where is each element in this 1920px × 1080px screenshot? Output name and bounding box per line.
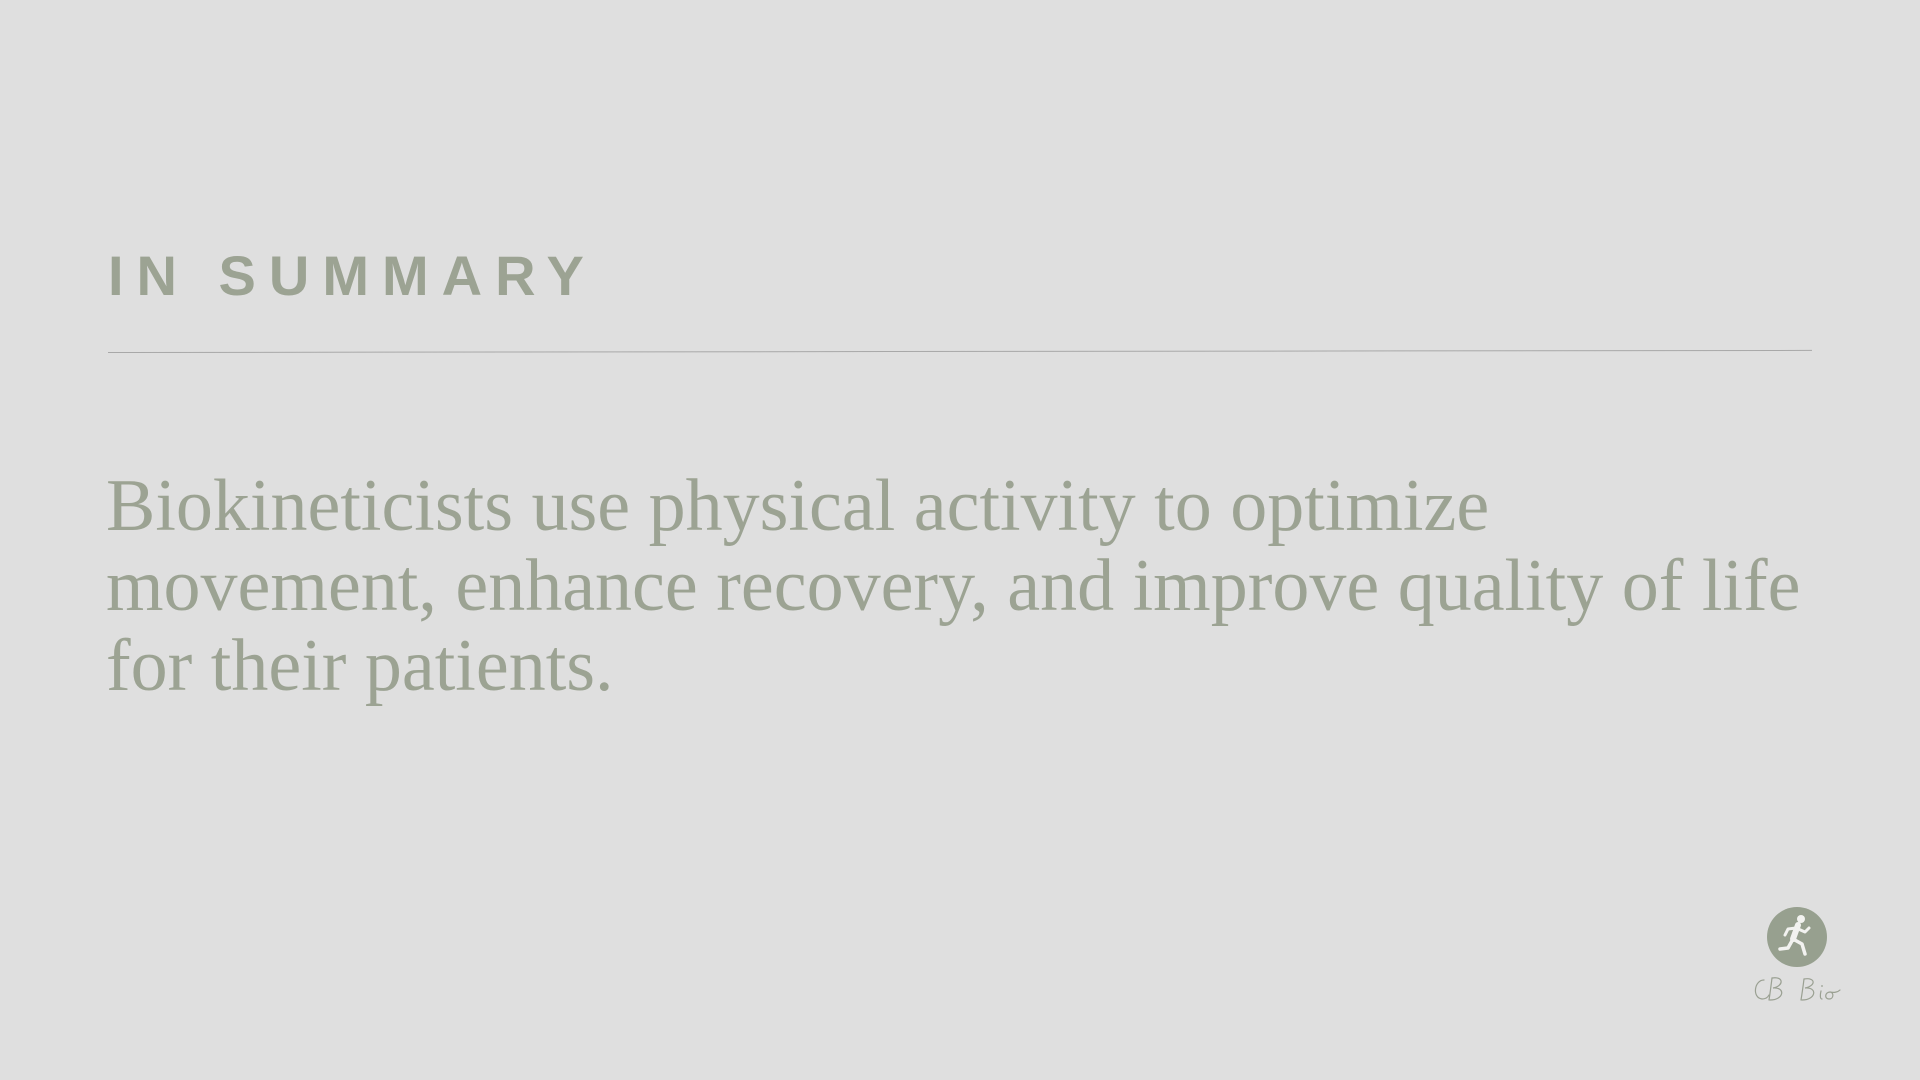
logo-text [1738, 972, 1858, 1006]
summary-text: Biokineticists use physical activity to … [106, 465, 1801, 707]
brand-logo [1738, 902, 1858, 1042]
logo-wordmark [1738, 972, 1858, 1006]
runner-icon [1767, 907, 1827, 967]
slide: IN SUMMARY Biokineticists use physical a… [0, 0, 1920, 1080]
divider-line [107, 349, 1812, 353]
slide-heading: IN SUMMARY [108, 244, 597, 307]
